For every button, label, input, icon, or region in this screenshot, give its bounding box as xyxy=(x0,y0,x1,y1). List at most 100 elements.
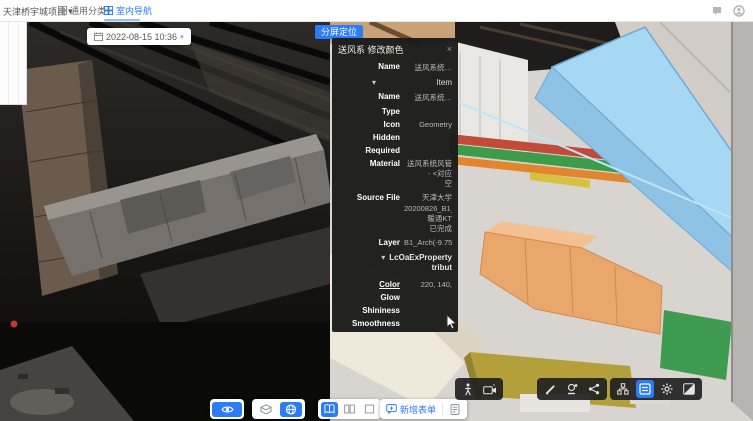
view-mode-toolbar xyxy=(252,399,305,419)
properties-panel-title: 送风系 修改颜色 xyxy=(338,43,404,56)
property-row: Smoothness xyxy=(338,317,452,330)
chevron-down-icon: ▾ xyxy=(381,253,385,274)
tab-label: 通用分类 xyxy=(70,4,106,17)
floors-filter-button[interactable] xyxy=(636,380,654,398)
capture-date-dropdown[interactable]: 2022-08-15 10:36 ▾ xyxy=(87,28,191,45)
property-row: Material 送风系统风管 - <对应 空 xyxy=(338,157,452,191)
person-icon xyxy=(463,383,473,396)
property-value: 220, 140, xyxy=(404,280,452,289)
property-row: Icon Geometry xyxy=(338,118,452,131)
property-row: Name 送风系统… xyxy=(338,90,452,105)
pane-layout-toolbar xyxy=(318,399,381,419)
property-label: Source File xyxy=(338,193,400,202)
eye-icon xyxy=(221,405,234,414)
panel-divider xyxy=(8,22,9,104)
property-label: Required xyxy=(338,146,400,155)
walk-mode-button[interactable] xyxy=(459,380,477,398)
panorama-photo-viewport[interactable] xyxy=(0,22,330,421)
floors-icon xyxy=(639,383,651,395)
dual-pane-button[interactable] xyxy=(341,402,358,417)
property-label: Smoothness xyxy=(338,319,400,328)
category-dropdown[interactable]: ▾ Item xyxy=(338,75,452,90)
model-tree-button[interactable] xyxy=(614,380,632,398)
grid-icon xyxy=(58,6,67,15)
property-label: Glow xyxy=(338,293,400,302)
property-value: 天津大学 20200826_B1_暖通KT 已完成 xyxy=(404,193,452,234)
property-row: Glow xyxy=(338,291,452,304)
capture-date-label: 2022-08-15 10:36 xyxy=(106,32,177,42)
grid-icon xyxy=(104,6,113,15)
calendar-icon xyxy=(94,32,103,41)
feedback-icon[interactable] xyxy=(711,5,723,17)
form-plus-icon xyxy=(386,404,397,414)
user-avatar[interactable] xyxy=(733,5,745,17)
red-tag-marker xyxy=(11,321,18,328)
form-list-button[interactable] xyxy=(446,402,464,417)
property-row: Hidden xyxy=(338,131,452,144)
compare-split-button[interactable] xyxy=(321,402,338,417)
tab-indoor-navigation[interactable]: 室内导航 xyxy=(104,4,152,17)
collapsed-tree-panel[interactable] xyxy=(0,22,27,105)
add-form-label: 新增表单 xyxy=(400,403,436,416)
model-tools-group xyxy=(610,378,702,400)
single-pane-icon xyxy=(364,404,375,414)
split-locate-button[interactable]: 分屏定位 xyxy=(315,25,363,39)
property-value: 送风系统风管 - <对应 空 xyxy=(404,159,452,189)
property-label: Name xyxy=(338,92,400,101)
tree-icon xyxy=(617,383,629,395)
category-value: LcOaExProperty tribut xyxy=(389,253,452,274)
share-nodes-icon xyxy=(588,383,600,395)
top-navigation-bar: 天津桥宇城项目 ▾ 通用分类 室内导航 xyxy=(0,0,753,22)
property-label: Type xyxy=(338,107,400,116)
model-view-button[interactable] xyxy=(255,402,277,417)
property-label: Material xyxy=(338,159,400,168)
contrast-icon xyxy=(683,383,695,395)
category-value: Item xyxy=(436,78,452,87)
property-row: Required xyxy=(338,144,452,157)
panorama-icon xyxy=(285,404,297,415)
property-row: LayerB1_Arch(-9.75 xyxy=(338,236,452,249)
app-window: 天津桥宇城项目 ▾ 通用分类 室内导航 2022-08-15 10:36 ▾ 分… xyxy=(0,0,753,421)
panel-divider xyxy=(18,22,19,104)
chevron-down-icon: ▾ xyxy=(372,78,376,87)
settings-button[interactable] xyxy=(658,380,676,398)
tab-label: 室内导航 xyxy=(116,4,152,17)
form-list-icon xyxy=(450,404,460,415)
chevron-down-icon: ▾ xyxy=(180,33,184,41)
single-pane-button[interactable] xyxy=(361,402,378,417)
model-view-icon xyxy=(260,404,272,415)
property-row: Type xyxy=(338,105,452,118)
property-row: Name 送风系统… xyxy=(338,60,452,75)
stamp-icon xyxy=(566,383,578,395)
stamp-issue-button[interactable] xyxy=(563,380,581,398)
property-label: Name xyxy=(338,62,400,71)
property-value: 送风系统… xyxy=(404,62,452,73)
gear-icon xyxy=(661,383,673,395)
toolbar-divider xyxy=(442,403,443,415)
camera-view-button[interactable] xyxy=(481,380,499,398)
eye-visibility-button[interactable] xyxy=(212,402,242,417)
property-label: Icon xyxy=(338,120,400,129)
property-value: 送风系统… xyxy=(404,92,452,103)
property-label: Layer xyxy=(338,238,400,247)
active-tab-indicator xyxy=(104,19,140,21)
form-toolbar: 新增表单 xyxy=(380,399,467,419)
navigation-tools-group xyxy=(455,378,503,400)
camera-icon xyxy=(483,384,497,395)
property-value: Geometry xyxy=(404,120,452,129)
project-selector-label: 天津桥宇城项目 xyxy=(3,5,66,18)
property-row: Source File 天津大学 20200826_B1_暖通KT 已完成 xyxy=(338,191,452,236)
category-dropdown-material[interactable]: ▾ LcOaExProperty tribut xyxy=(338,249,452,278)
panorama-view-button[interactable] xyxy=(280,402,302,417)
share-model-button[interactable] xyxy=(585,380,603,398)
tab-general-category[interactable]: 通用分类 xyxy=(58,4,106,17)
compare-book-icon xyxy=(324,404,335,414)
properties-panel: 送风系 修改颜色 × Name 送风系统… ▾ Item Name 送风系统… T… xyxy=(332,38,458,332)
contrast-display-button[interactable] xyxy=(680,380,698,398)
add-form-button[interactable]: 新增表单 xyxy=(383,403,439,416)
pen-markup-button[interactable] xyxy=(541,380,559,398)
visibility-toolbar xyxy=(210,399,244,419)
property-label: Shininess xyxy=(338,306,400,315)
close-icon[interactable]: × xyxy=(447,45,452,54)
property-label: Hidden xyxy=(338,133,400,142)
